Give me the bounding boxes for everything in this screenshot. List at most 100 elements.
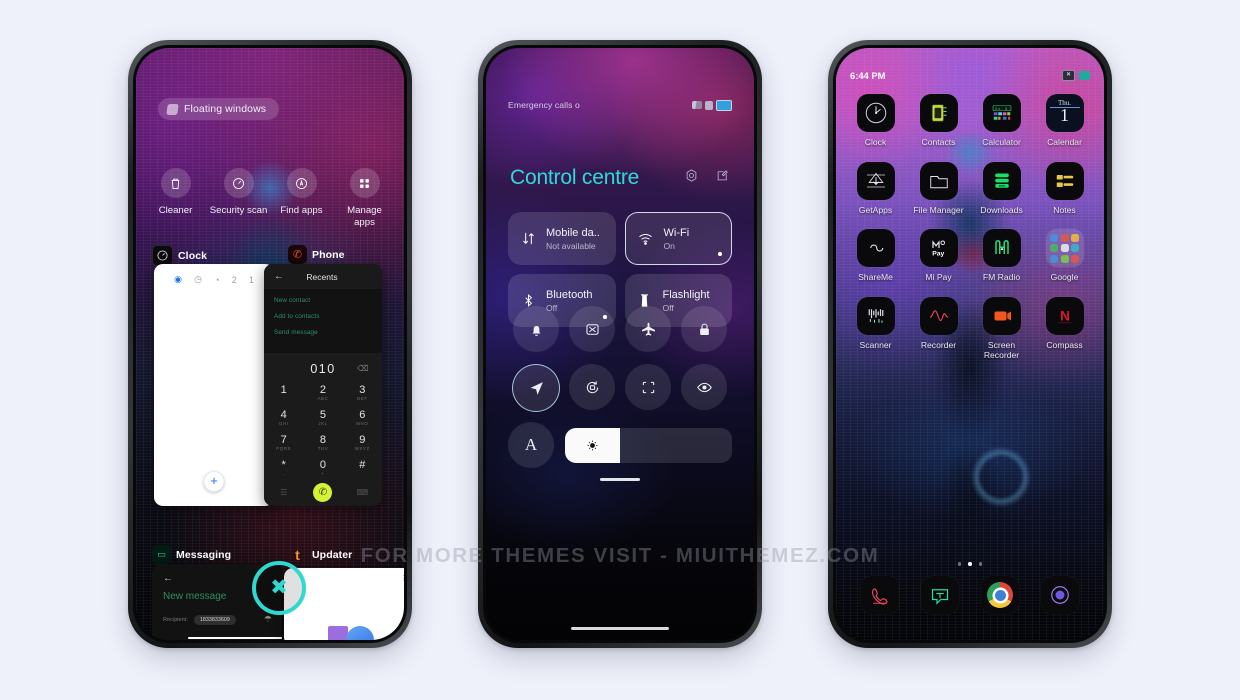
keypad-key[interactable]: #: [343, 457, 382, 480]
recent-card-phone[interactable]: ← Recents New contact Add to contacts Se…: [264, 264, 382, 506]
app-icon-downloads[interactable]: Downloads: [970, 161, 1033, 216]
clock-tab-1[interactable]: 1: [249, 275, 254, 285]
keypad-key[interactable]: 5 JKL: [303, 407, 342, 430]
task-header-messaging[interactable]: ▭ Messaging: [152, 545, 231, 564]
app-icon-clock[interactable]: Clock: [844, 94, 907, 148]
recents-shortcut-row: Cleaner Security scan Find apps Manage a…: [136, 168, 404, 228]
auto-rotate-icon[interactable]: [569, 364, 615, 410]
getapps-app-icon: [856, 161, 895, 200]
shield-icon: [705, 100, 713, 110]
tile-subtitle: On: [663, 240, 675, 251]
keypad-digit: 7: [280, 434, 287, 446]
keypad-extra-left[interactable]: ☰: [264, 488, 303, 497]
back-arrow-icon[interactable]: ←: [274, 271, 284, 282]
page-dot-active[interactable]: [968, 562, 972, 566]
page-dot[interactable]: [978, 562, 983, 566]
bell-silent-icon[interactable]: [513, 306, 559, 352]
dock-item-chrome[interactable]: [981, 576, 1019, 614]
stopwatch-icon[interactable]: ◔: [214, 275, 219, 285]
brightness-slider[interactable]: [565, 427, 732, 463]
keypad-key[interactable]: 6 MNO: [343, 407, 382, 430]
app-icon-getapps[interactable]: GetApps: [844, 161, 907, 216]
backspace-icon[interactable]: ⌫: [357, 364, 370, 373]
task-header-updater[interactable]: t Updater: [288, 545, 352, 564]
app-icon-calculator[interactable]: 0 x 1 Calculator: [970, 94, 1033, 148]
svg-text:N: N: [1060, 308, 1070, 323]
person-icon[interactable]: ☂: [264, 614, 272, 625]
keypad-key[interactable]: 8 TUV: [303, 432, 342, 455]
app-icon-contacts[interactable]: Contacts: [907, 94, 970, 148]
airplane-icon[interactable]: [625, 306, 671, 352]
shortcut-cleaner[interactable]: Cleaner: [147, 168, 205, 228]
scan-frame-icon[interactable]: [625, 364, 671, 410]
keypad-key[interactable]: 2 ABC: [303, 382, 342, 405]
google-folder-icon: [1045, 229, 1084, 267]
nav-gesture-bar[interactable]: [571, 626, 669, 630]
app-icon-file-manager[interactable]: File Manager: [907, 161, 970, 216]
phone1-screen: Floating windows Cleaner Security scan F…: [136, 48, 404, 640]
keypad-key[interactable]: *,: [264, 457, 303, 480]
keypad-digit: 5: [319, 409, 327, 421]
tile-wifi[interactable]: Wi-Fi On: [624, 212, 732, 265]
dialer-menu-item[interactable]: New contact: [274, 297, 372, 304]
clock-card-tabs: ◉ ◷ ◔ 2 1: [154, 264, 274, 285]
clock-tab-2[interactable]: 2: [232, 275, 237, 285]
keypad-digit: 4: [280, 409, 287, 421]
clock-app-icon: [152, 245, 173, 266]
app-icon-recorder[interactable]: Recorder: [907, 296, 970, 361]
dialed-number-value: 010: [310, 362, 336, 376]
shortcut-security-scan[interactable]: Security scan: [210, 168, 268, 228]
dock-item-camera[interactable]: [1041, 576, 1079, 614]
keypad-key[interactable]: 1: [264, 382, 303, 405]
edit-pencil-icon[interactable]: [715, 168, 730, 188]
app-icon-fm-radio[interactable]: FM Radio: [970, 229, 1033, 283]
dialer-menu-item[interactable]: Send message: [274, 329, 372, 336]
app-label: Notes: [1053, 204, 1076, 215]
alarm-icon[interactable]: ◉: [174, 274, 182, 285]
task-header-phone[interactable]: ✆ Phone: [288, 245, 345, 264]
control-centre-header: Control centre: [486, 166, 754, 190]
keypad-sub: TUV: [317, 446, 329, 451]
close-icon: ✖: [270, 576, 288, 599]
recipient-chip[interactable]: 1833833609: [193, 614, 236, 625]
clock-icon[interactable]: ◷: [194, 274, 202, 285]
app-label: ShareMe: [858, 272, 893, 282]
shortcut-find-apps[interactable]: Find apps: [273, 168, 331, 228]
search-circle-icon: [286, 168, 317, 198]
app-icon-notes[interactable]: Notes: [1033, 161, 1096, 216]
call-button[interactable]: ✆: [313, 483, 333, 502]
keypad-key[interactable]: 9 WXYZ: [343, 432, 382, 455]
auto-brightness-button[interactable]: A: [508, 422, 554, 468]
keypad-key[interactable]: 3 DEF: [343, 382, 382, 405]
app-icon-calendar[interactable]: Thu. 1 Calendar: [1033, 94, 1096, 148]
app-icon-shareme[interactable]: ShareMe: [844, 229, 907, 283]
shortcut-manage-apps[interactable]: Manage apps: [336, 168, 394, 228]
keypad-key[interactable]: 4 GHI: [264, 407, 303, 430]
keypad-extra-right[interactable]: ⌨: [343, 488, 382, 497]
settings-gear-icon[interactable]: [684, 168, 699, 188]
page-dot[interactable]: [957, 562, 962, 566]
app-icon-compass[interactable]: N Compass: [1033, 296, 1096, 361]
app-icon-scanner[interactable]: Scanner: [844, 296, 907, 361]
add-alarm-button[interactable]: +: [203, 471, 225, 492]
close-task-button[interactable]: ✖: [252, 561, 306, 615]
dock-item-messaging[interactable]: [921, 576, 959, 614]
app-icon-mi-pay[interactable]: Pay Mi Pay: [907, 229, 970, 283]
lock-icon[interactable]: [681, 306, 727, 352]
task-header-clock[interactable]: Clock: [152, 245, 207, 266]
keypad-key[interactable]: 0 +: [303, 457, 342, 480]
app-icon-screen-recorder[interactable]: Screen Recorder: [970, 296, 1033, 361]
floating-windows-chip[interactable]: Floating windows: [158, 98, 280, 120]
tile-mobile-data[interactable]: Mobile da.. Not available: [508, 212, 616, 265]
eye-reading-mode-icon[interactable]: [681, 364, 727, 410]
overflow-menu-icon[interactable]: ⋮: [400, 574, 404, 582]
location-arrow-icon[interactable]: [512, 364, 560, 412]
recent-card-clock[interactable]: ◉ ◷ ◔ 2 1 +: [154, 264, 274, 506]
dialer-menu-item[interactable]: Add to contacts: [274, 313, 372, 320]
screenshot-icon[interactable]: [569, 306, 615, 352]
floating-windows-label: Floating windows: [184, 103, 267, 115]
control-centre-drag-handle[interactable]: [600, 478, 640, 481]
dock-item-phone[interactable]: [861, 576, 899, 614]
app-icon-google[interactable]: Google: [1033, 229, 1096, 283]
keypad-key[interactable]: 7 PQRS: [264, 432, 303, 455]
